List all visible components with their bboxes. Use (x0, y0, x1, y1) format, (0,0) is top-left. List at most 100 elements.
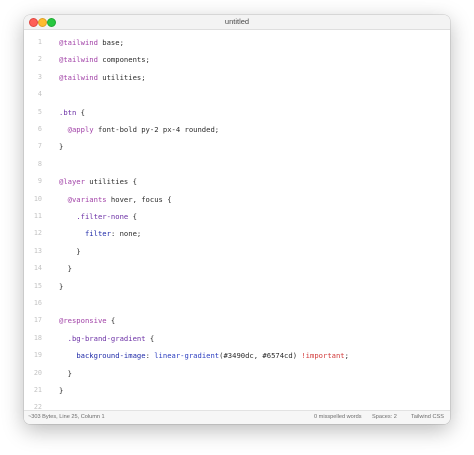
line-code[interactable]: .filter-none { (59, 208, 137, 225)
code-line[interactable]: 6 @apply font-bold py-2 px-4 rounded; (24, 121, 450, 138)
code-line[interactable]: 15} (24, 278, 450, 295)
code-line[interactable]: 12 filter: none; (24, 225, 450, 242)
code-token: font-bold py-2 px-4 rounded; (93, 125, 220, 134)
code-token: @apply (67, 125, 94, 134)
code-line[interactable]: 20 } (24, 365, 450, 382)
code-line[interactable]: 14 } (24, 260, 450, 277)
line-code[interactable]: @responsive { (59, 312, 115, 329)
code-token: @layer (59, 177, 85, 187)
code-token: } (59, 281, 64, 291)
code-line[interactable]: 17 @responsive { (24, 312, 450, 329)
code-token: .filter-none (76, 212, 129, 221)
code-line[interactable]: 1 @tailwind base; (24, 34, 450, 51)
code-token: } (59, 142, 64, 152)
indentation-status[interactable]: Spaces: 2 (372, 414, 397, 420)
line-code[interactable]: } (59, 260, 72, 277)
code-editor[interactable]: 1 @tailwind base; 2 @tailwind components; 3 @… (24, 30, 450, 411)
code-line[interactable]: 4 (24, 86, 450, 103)
code-line[interactable]: 11 .filter-none { (24, 208, 450, 225)
code-token: { (106, 316, 116, 326)
code-line[interactable]: 19 background-image: linear-gradient(#34… (24, 347, 450, 364)
line-number: 3 (37, 72, 42, 81)
line-number: 7 (37, 142, 42, 151)
line-number: 9 (37, 177, 42, 186)
spelling-status[interactable]: 0 misspelled words (314, 414, 362, 420)
code-token: } (59, 246, 81, 256)
line-number: 20 (33, 368, 42, 377)
line-code[interactable]: @tailwind utilities; (59, 69, 146, 86)
code-token: background-image (76, 351, 146, 361)
line-number: 15 (33, 281, 42, 290)
code-token: components; (97, 55, 150, 65)
code-token: : none; (110, 229, 142, 239)
line-number: 17 (33, 316, 42, 325)
line-number: 2 (37, 55, 42, 64)
line-number: 19 (33, 351, 42, 360)
code-token: } (59, 368, 72, 378)
code-token: @tailwind (59, 72, 98, 82)
code-line[interactable]: 10 @variants hover, focus { (24, 191, 450, 208)
code-token: utilities { (84, 177, 137, 187)
title-bar[interactable]: untitled (24, 15, 450, 30)
code-token: base; (97, 38, 124, 47)
line-code[interactable]: @layer utilities { (59, 173, 137, 190)
line-code[interactable]: .btn { (59, 104, 85, 121)
line-code[interactable]: } (59, 365, 72, 382)
code-token: { (145, 333, 155, 343)
line-code[interactable]: @tailwind base; (59, 34, 124, 51)
editor-window: untitled 1 @tailwind base; 2 @tailwind comp… (24, 15, 450, 424)
code-token: @tailwind (59, 55, 98, 65)
code-line[interactable]: 5 .btn { (24, 104, 450, 121)
window-title: untitled (224, 17, 250, 26)
code-token: hover, focus { (106, 194, 172, 204)
code-token: !important (301, 351, 345, 361)
code-line[interactable]: 21} (24, 382, 450, 399)
line-code[interactable]: } (59, 138, 63, 155)
code-line[interactable]: 3 @tailwind utilities; (24, 69, 450, 86)
code-line[interactable]: 13 } (24, 243, 450, 260)
line-code[interactable]: @apply font-bold py-2 px-4 rounded; (59, 121, 219, 138)
line-number: 12 (33, 229, 42, 238)
code-token: .bg-brand-gradient (67, 333, 146, 343)
line-number: 21 (33, 386, 42, 394)
code-token: @responsive (59, 316, 107, 326)
code-token: linear-gradient (154, 351, 220, 361)
line-code[interactable]: @tailwind components; (59, 51, 150, 68)
code-token: : (145, 351, 155, 361)
line-number: 8 (37, 159, 42, 168)
code-token: .btn (59, 107, 77, 117)
line-code[interactable]: } (59, 278, 63, 295)
line-code[interactable]: .bg-brand-gradient { (59, 330, 155, 347)
code-token: { (76, 107, 85, 117)
document-info: ~303 Bytes, Line 25, Column 1 (28, 414, 105, 420)
line-number: 1 (37, 38, 42, 46)
line-number: 11 (33, 212, 42, 220)
syntax-mode[interactable]: Tailwind CSS (411, 414, 444, 420)
line-code[interactable]: } (59, 243, 81, 260)
code-line[interactable]: 18 .bg-brand-gradient { (24, 330, 450, 347)
line-code[interactable]: @variants hover, focus { (59, 191, 172, 208)
code-token: @variants (67, 194, 107, 204)
code-token: @tailwind (59, 38, 98, 47)
line-number: 18 (33, 333, 42, 342)
code-line[interactable]: 9 @layer utilities { (24, 173, 450, 190)
code-token: } (59, 386, 64, 395)
line-code[interactable]: background-image: linear-gradient(#3490d… (59, 347, 349, 364)
line-code[interactable]: filter: none; (59, 225, 141, 242)
code-token: filter (84, 229, 111, 239)
code-line[interactable]: 2 @tailwind components; (24, 51, 450, 68)
line-number: 5 (37, 107, 42, 116)
code-line[interactable]: 8 (24, 156, 450, 173)
line-number: 16 (33, 299, 42, 307)
line-code[interactable]: } (59, 382, 63, 399)
code-line[interactable]: 16 (24, 295, 450, 312)
line-number: 13 (33, 246, 42, 255)
code-token: { (128, 212, 137, 221)
line-number: 6 (37, 125, 42, 133)
code-line[interactable]: 7} (24, 138, 450, 155)
